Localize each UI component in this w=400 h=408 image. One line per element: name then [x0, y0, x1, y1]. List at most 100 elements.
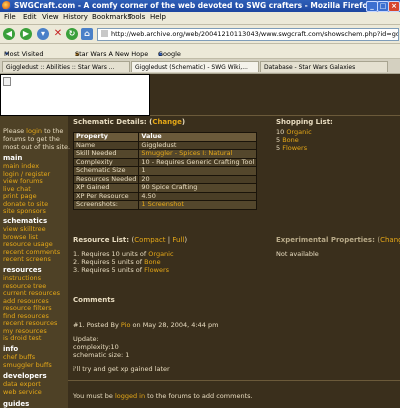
- sidebar-heading-main: main: [3, 154, 23, 162]
- broken-image-icon: [3, 77, 11, 86]
- forward-icon[interactable]: ▶: [20, 28, 32, 40]
- full-link[interactable]: Full: [172, 236, 184, 244]
- comment-body-line: complexity:10: [73, 343, 119, 351]
- menu-edit[interactable]: Edit: [23, 13, 37, 21]
- tab-giggledust-wiki[interactable]: Giggledust (Schematic) - SWG Wiki,...: [131, 61, 259, 72]
- resource-link[interactable]: Flowers: [144, 266, 169, 274]
- shopping-item: 5 Flowers: [276, 144, 307, 152]
- resource-text: 2. Requires 5 units of: [73, 258, 143, 266]
- shopping-link[interactable]: Bone: [282, 136, 299, 144]
- comment-header: #1. Posted By Pio on May 28, 2004, 4:44 …: [73, 321, 218, 329]
- sidebar-intro-text: Please: [3, 127, 25, 135]
- resource-list-heading: Resource List: (Compact | Full): [73, 236, 187, 244]
- sidebar-heading-schematics: schematics: [3, 217, 48, 225]
- sidebar-login-link[interactable]: login: [26, 127, 42, 135]
- shopping-item: 10 Organic: [276, 128, 312, 136]
- sidebar-item-recent-screens[interactable]: recent screens: [3, 255, 51, 263]
- shopping-list-heading: Shopping List:: [276, 118, 333, 126]
- table-row: XP Gained 90 Spice Crafting: [72, 183, 258, 193]
- resource-link[interactable]: Organic: [148, 250, 173, 258]
- dropdown-icon[interactable]: ▾: [37, 28, 49, 40]
- logged-in-link[interactable]: logged in: [115, 392, 145, 400]
- page-viewport: Please login to the forums to get the mo…: [0, 74, 400, 408]
- header-property: Property: [72, 132, 140, 142]
- table-header-row: Property Value: [72, 132, 258, 142]
- comment-prefix: #1. Posted By: [73, 321, 119, 329]
- comment-body-line: schematic size: 1: [73, 351, 130, 359]
- resource-item: 1. Requires 10 units of Organic: [73, 250, 174, 258]
- header-value: Value: [138, 132, 258, 142]
- row-property: Schematic Size: [72, 166, 140, 176]
- sidebar-item-site-sponsors[interactable]: site sponsors: [3, 207, 46, 215]
- row-value: 90 Spice Crafting: [138, 183, 258, 193]
- sidebar-heading-resources: resources: [3, 266, 42, 274]
- footer-text: to the forums to add comments.: [147, 392, 253, 400]
- comment-body-line: Update:: [73, 335, 99, 343]
- bookmark-label: Star Wars A New Hope: [75, 50, 149, 58]
- tab-database[interactable]: Database - Star Wars Galaxies: [260, 61, 388, 72]
- home-icon[interactable]: ⌂: [81, 28, 93, 40]
- tab-strip: Giggledust :: Abilities :: Star Wars ...…: [0, 59, 400, 74]
- menu-tools[interactable]: Tools: [128, 13, 145, 21]
- comment-login-prompt: You must be logged in to the forums to a…: [73, 392, 253, 400]
- sidebar-intro-text: to the: [44, 127, 64, 135]
- sidebar-heading-info: info: [3, 345, 19, 353]
- menu-history[interactable]: History: [63, 13, 88, 21]
- firefox-icon: [2, 1, 11, 10]
- schematic-table: Property Value Name Giggledust Skill Need…: [72, 132, 258, 210]
- back-icon[interactable]: ◀: [3, 28, 15, 40]
- address-bar[interactable]: http://web.archive.org/web/2004121011304…: [97, 28, 399, 41]
- compact-link[interactable]: Compact: [134, 236, 165, 244]
- row-value: 10 - Requires Generic Crafting Tool: [138, 157, 258, 167]
- comment-author-link[interactable]: Pio: [121, 321, 131, 329]
- experimental-heading: Experimental Properties: (Change): [276, 236, 400, 244]
- menu-help[interactable]: Help: [150, 13, 166, 21]
- close-icon[interactable]: ×: [388, 1, 400, 12]
- shopping-qty: 10: [276, 128, 285, 136]
- screenshot-link[interactable]: 1 Screenshot: [138, 200, 258, 210]
- comment-date: on May 28, 2004, 4:44 pm: [132, 321, 219, 329]
- view-mode-toggle: (Compact | Full): [131, 236, 188, 244]
- stop-icon[interactable]: ✕: [52, 28, 64, 40]
- shopping-qty: 5: [276, 144, 281, 152]
- schematic-details-heading: Schematic Details: (Change): [73, 118, 186, 126]
- menu-bar: File Edit View History Bookmarks Tools H…: [0, 12, 400, 25]
- row-property: XP Gained: [72, 183, 140, 193]
- skill-needed-link[interactable]: Smuggler - Spices I: Natural: [138, 149, 258, 159]
- bookmark-label: Most Visited: [4, 50, 44, 58]
- shopping-link[interactable]: Flowers: [282, 144, 307, 152]
- bookmark-label: Google: [158, 50, 181, 58]
- resource-text: 3. Requires 5 units of: [73, 266, 143, 274]
- experimental-value: Not available: [276, 250, 319, 258]
- sidebar-item-smuggler-buffs[interactable]: smuggler buffs: [3, 361, 52, 369]
- menu-view[interactable]: View: [42, 13, 59, 21]
- experimental-change: (Change): [377, 236, 400, 244]
- table-row: Screenshots: 1 Screenshot: [72, 200, 258, 210]
- menu-bookmarks[interactable]: Bookmarks: [92, 13, 131, 21]
- sidebar-item-is-droid-test[interactable]: is droid test: [3, 334, 41, 342]
- table-row: Schematic Size 1: [72, 166, 258, 176]
- reload-icon[interactable]: ↻: [66, 28, 78, 40]
- sidebar-intro-line3: most out of this site.: [3, 143, 71, 151]
- site-banner: [0, 74, 150, 116]
- sidebar-item-web-service[interactable]: web service: [3, 388, 42, 396]
- bookmarks-toolbar: ✦ Most Visited ▪ Star Wars A New Hope ▪ …: [0, 44, 400, 59]
- experimental-change-link[interactable]: Change: [380, 236, 400, 244]
- row-property: Skill Needed: [72, 149, 140, 159]
- footer-text: You must be: [73, 392, 113, 400]
- table-row: Skill Needed Smuggler - Spices I: Natural: [72, 149, 258, 159]
- menu-file[interactable]: File: [4, 13, 16, 21]
- shopping-link[interactable]: Organic: [286, 128, 311, 136]
- schematic-heading-text: Schematic Details:: [73, 118, 147, 126]
- row-value: 1: [138, 166, 258, 176]
- schematic-change-link[interactable]: Change: [152, 118, 182, 126]
- comment-body-line: i'll try and get xp gained later: [73, 365, 170, 373]
- comments-divider: [68, 380, 400, 381]
- window-titlebar: SWGCraft.com - A comfy corner of the web…: [0, 0, 400, 12]
- tab-giggledust-abilities[interactable]: Giggledust :: Abilities :: Star Wars ...: [2, 61, 130, 72]
- sidebar-intro-line2: forums to get the: [3, 135, 60, 143]
- page-favicon-icon: [101, 30, 108, 37]
- resource-link[interactable]: Bone: [144, 258, 161, 266]
- address-url: http://web.archive.org/web/2004121011304…: [111, 30, 399, 38]
- resource-item: 2. Requires 5 units of Bone: [73, 258, 161, 266]
